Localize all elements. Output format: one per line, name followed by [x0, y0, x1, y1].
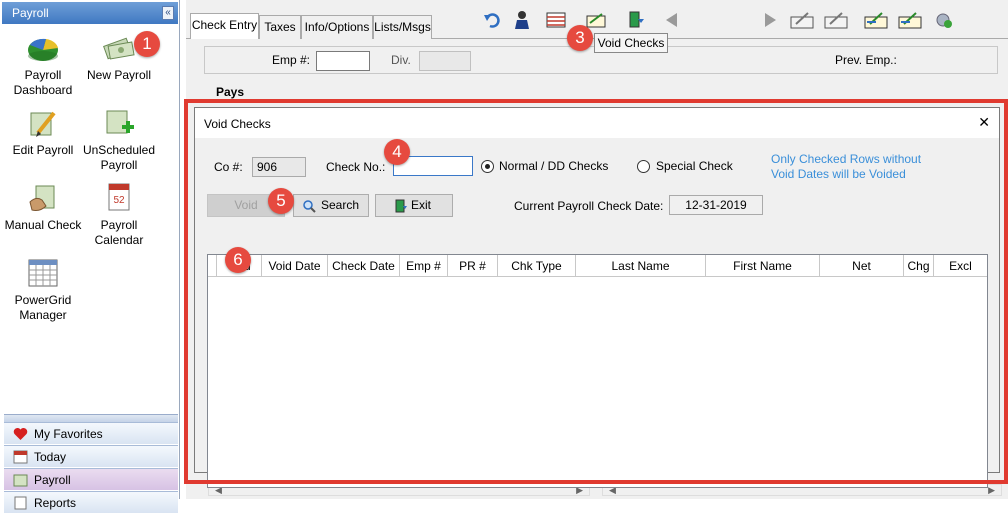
- highlight-frame: [184, 99, 1008, 484]
- emp-label: Emp #:: [272, 53, 311, 67]
- tile-label: Payroll Calendar: [94, 218, 144, 247]
- callout-badge: 6: [225, 247, 251, 273]
- check-finalize-icon[interactable]: [898, 10, 922, 30]
- today-calendar-icon: [13, 450, 28, 464]
- nav-label: My Favorites: [34, 427, 103, 441]
- prev-emp-label: Prev. Emp.:: [835, 53, 897, 67]
- calendar-icon: 52: [102, 182, 136, 214]
- collapse-sidebar-button[interactable]: «: [162, 6, 174, 20]
- money-stack-icon: [102, 32, 136, 64]
- tile-edit-payroll[interactable]: Edit Payroll: [4, 107, 82, 158]
- void-checks-icon[interactable]: [586, 10, 606, 30]
- reports-icon: [14, 496, 27, 510]
- tile-powergrid-manager[interactable]: PowerGrid Manager: [4, 257, 82, 323]
- nav-payroll[interactable]: Payroll: [4, 468, 178, 490]
- pays-label: Pays: [216, 85, 245, 99]
- nav-splitter[interactable]: [4, 414, 178, 422]
- nav-today[interactable]: Today: [4, 445, 178, 467]
- tab-info-options[interactable]: Info/Options: [301, 15, 373, 39]
- emp-number-input[interactable]: [316, 51, 370, 71]
- tile-label: New Payroll: [86, 68, 152, 82]
- check-approve-icon[interactable]: [864, 10, 888, 30]
- callout-badge: 3: [567, 25, 593, 51]
- nav-label: Reports: [34, 496, 77, 510]
- grid-icon: [26, 257, 60, 289]
- div-input[interactable]: [419, 51, 471, 71]
- tile-label: Payroll Dashboard: [13, 68, 73, 97]
- dashboard-chart-icon: [26, 32, 60, 64]
- edit-money-icon: [26, 107, 60, 139]
- sidebar-title: Payroll: [12, 6, 49, 20]
- grid-lines-icon[interactable]: [546, 10, 566, 30]
- heart-icon: [13, 428, 28, 440]
- tab-check-entry[interactable]: Check Entry: [190, 13, 259, 39]
- tile-label: PowerGrid Manager: [14, 293, 72, 322]
- callout-badge: 5: [268, 188, 294, 214]
- callout-badge: 4: [384, 139, 410, 165]
- exit-door-icon[interactable]: [626, 10, 646, 30]
- unscheduled-money-icon: [102, 107, 136, 139]
- check-edit-icon[interactable]: [790, 10, 814, 30]
- callout-badge: 1: [134, 31, 160, 57]
- payroll-icon: [13, 474, 28, 487]
- tab-taxes[interactable]: Taxes: [259, 15, 301, 39]
- employee-icon[interactable]: [512, 10, 532, 30]
- tile-payroll-calendar[interactable]: 52 Payroll Calendar: [80, 182, 158, 248]
- payroll-sidebar: Payroll « Payroll Dashboard New Payroll …: [0, 0, 180, 513]
- tab-lists-msgs[interactable]: Lists/Msgs: [373, 15, 432, 39]
- sidebar-header: Payroll «: [2, 2, 178, 24]
- tile-label: Edit Payroll: [12, 143, 74, 157]
- nav-reports[interactable]: Reports: [4, 491, 178, 513]
- nav-label: Today: [34, 450, 67, 464]
- next-triangle-icon[interactable]: [760, 10, 780, 30]
- check-write-icon[interactable]: [824, 10, 848, 30]
- div-label: Div.: [391, 53, 411, 67]
- hand-check-icon: [26, 182, 60, 214]
- tile-label: Manual Check: [4, 218, 82, 232]
- tile-unscheduled-payroll[interactable]: UnScheduled Payroll: [80, 107, 158, 173]
- void-checks-tooltip: Void Checks: [594, 33, 668, 53]
- tile-manual-check[interactable]: Manual Check: [4, 182, 82, 233]
- nav-my-favorites[interactable]: My Favorites: [4, 422, 178, 444]
- nav-label: Payroll: [34, 473, 71, 487]
- undo-icon[interactable]: [482, 10, 502, 30]
- tile-label: UnScheduled Payroll: [82, 143, 156, 172]
- tile-payroll-dashboard[interactable]: Payroll Dashboard: [4, 32, 82, 98]
- settings-check-icon[interactable]: [934, 10, 954, 30]
- prev-triangle-icon[interactable]: [662, 10, 682, 30]
- calendar-day: 52: [113, 195, 125, 206]
